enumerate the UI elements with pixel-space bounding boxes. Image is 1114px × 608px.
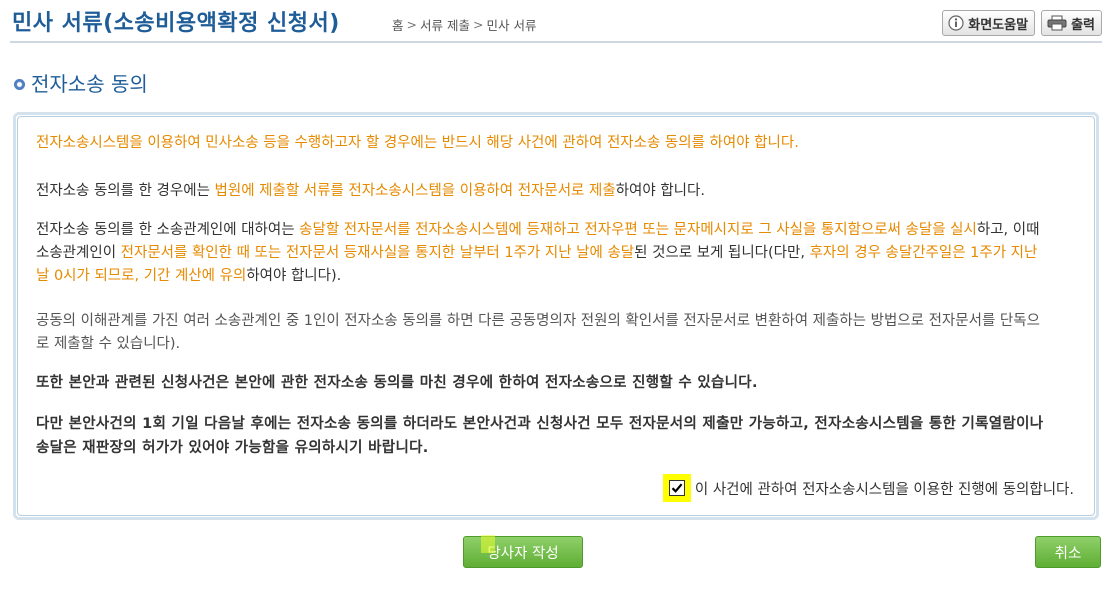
- breadcrumb-separator-icon: >: [472, 17, 484, 32]
- breadcrumb-home[interactable]: 홈: [392, 15, 404, 34]
- p2-text-e: 된 것으로 보게 됩니다(다만,: [634, 245, 810, 261]
- cursor-highlight: [481, 535, 495, 553]
- breadcrumb-submit-docs[interactable]: 서류 제출: [420, 15, 470, 34]
- agree-checkbox-highlight: [662, 474, 691, 502]
- paragraph-first-hearing: 다만 본안사건의 1회 기일 다음날 후에는 전자소송 동의를 하더라도 본안사…: [36, 416, 1044, 456]
- help-button[interactable]: 화면도움말: [942, 10, 1036, 36]
- paragraph-service: 전자소송 동의를 한 소송관계인에 대하여는 송달할 전자문서를 전자소송시스템…: [36, 219, 1050, 288]
- party-create-button-label: 당사자 작성: [487, 545, 559, 562]
- p2-highlight-1: 송달할 전자문서를 전자소송시스템에 등재하고 전자우편 또는 문자메시지로 그…: [299, 222, 977, 238]
- breadcrumb-civil-docs[interactable]: 민사 서류: [486, 15, 536, 34]
- party-create-button[interactable]: 당사자 작성: [463, 535, 583, 568]
- p1-text-a: 전자소송 동의를 한 경우에는: [36, 183, 215, 199]
- paragraph-submission: 전자소송 동의를 한 경우에는 법원에 제출할 서류를 전자소송시스템을 이용하…: [36, 180, 1050, 203]
- paragraph-joint-party: 공동의 이해관계를 가진 여러 소송관계인 중 1인이 전자소송 동의를 하면 …: [36, 313, 1040, 352]
- p1-text-c: 하여야 합니다.: [615, 183, 705, 199]
- page-title: 민사 서류(소송비용액확정 신청서): [12, 11, 340, 36]
- p2-text-g: 하여야 합니다).: [246, 268, 342, 284]
- breadcrumb: 홈 > 서류 제출 > 민사 서류: [392, 15, 536, 34]
- printer-icon: [1047, 15, 1067, 31]
- p2-text-a: 전자소송 동의를 한 소송관계인에 대하여는: [36, 222, 300, 238]
- title-divider: [10, 41, 1102, 43]
- agree-row: 이 사건에 관하여 전자소송시스템을 이용한 진행에 동의합니다.: [662, 474, 1074, 502]
- cancel-button[interactable]: 취소: [1035, 536, 1101, 568]
- paragraph-related-case: 또한 본안과 관련된 신청사건은 본안에 관한 전자소송 동의를 마친 경우에 …: [36, 375, 758, 391]
- p2-highlight-2: 전자문서를 확인한 때 또는 전자문서 등재사실을 통지한 날부터 1주가 지난…: [120, 245, 635, 261]
- info-icon: [948, 15, 964, 31]
- p1-highlight: 법원에 제출할 서류를 전자소송시스템을 이용하여 전자문서로 제출: [214, 183, 616, 199]
- page-header: 민사 서류(소송비용액확정 신청서) 홈 > 서류 제출 > 민사 서류 화면도…: [0, 0, 1114, 44]
- agree-checkbox[interactable]: [668, 480, 685, 496]
- help-button-label: 화면도움말: [968, 17, 1029, 33]
- print-button[interactable]: 출력: [1041, 10, 1102, 36]
- agree-label[interactable]: 이 사건에 관하여 전자소송시스템을 이용한 진행에 동의합니다.: [695, 478, 1074, 499]
- print-button-label: 출력: [1071, 17, 1095, 33]
- section-title-text: 전자소송 동의: [31, 72, 148, 96]
- checkmark-icon: [671, 483, 683, 493]
- bullet-icon: [14, 78, 25, 90]
- section-title: 전자소송 동의: [14, 68, 148, 97]
- intro-notice: 전자소송시스템을 이용하여 민사소송 등을 수행하고자 할 경우에는 반드시 해…: [36, 135, 799, 151]
- cancel-button-label: 취소: [1054, 545, 1082, 562]
- header-buttons: 화면도움말 출력: [942, 10, 1102, 36]
- breadcrumb-separator-icon: >: [406, 17, 417, 32]
